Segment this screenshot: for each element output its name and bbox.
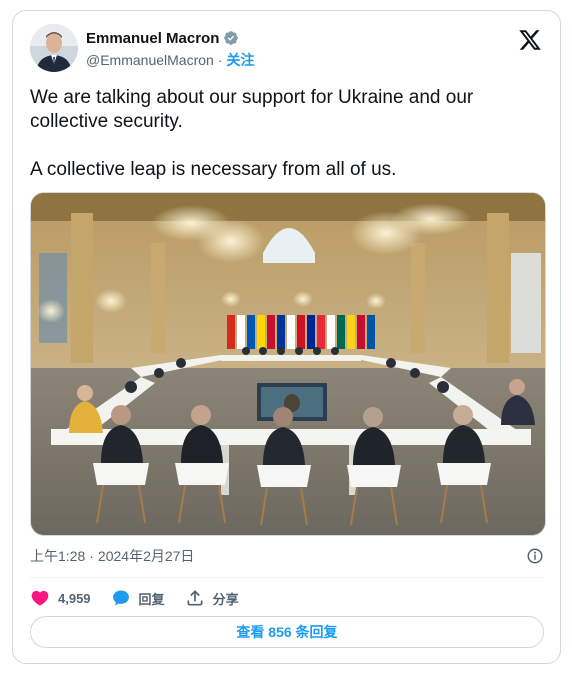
tweet-card: Emmanuel Macron @EmmanuelMacron · 关注 We … <box>12 10 561 664</box>
info-icon[interactable] <box>526 547 544 565</box>
tweet-time[interactable]: 上午1:28 <box>30 546 85 566</box>
share-label: 分享 <box>212 591 239 607</box>
tweet-paragraph: We are talking about our support for Ukr… <box>30 87 474 132</box>
follow-button[interactable]: 关注 <box>226 50 254 70</box>
reply-bubble-icon <box>112 590 129 606</box>
reply-label: 回复 <box>138 591 165 607</box>
tweet-text: We are talking about our support for Ukr… <box>30 86 544 182</box>
tweet-photo[interactable] <box>30 192 546 536</box>
verified-badge-icon <box>224 31 239 45</box>
author-display-name[interactable]: Emmanuel Macron <box>86 30 219 47</box>
x-logo-icon[interactable] <box>518 28 542 52</box>
divider <box>30 577 544 578</box>
tweet-date[interactable]: 2024年2月27日 <box>98 546 195 566</box>
like-button[interactable]: 4,959 <box>30 588 91 608</box>
author-info: Emmanuel Macron @EmmanuelMacron · 关注 <box>86 28 254 70</box>
like-count: 4,959 <box>58 590 91 606</box>
heart-icon <box>31 590 49 606</box>
share-button[interactable]: 分享 <box>185 588 239 608</box>
tweet-paragraph: A collective leap is necessary from all … <box>30 159 397 180</box>
read-replies-button[interactable]: 查看 856 条回复 <box>30 616 544 648</box>
meta-separator: · <box>89 548 94 564</box>
author-handle[interactable]: @EmmanuelMacron <box>86 52 214 68</box>
handle-separator: · <box>217 52 223 68</box>
tweet-meta: 上午1:28 · 2024年2月27日 <box>30 546 544 566</box>
avatar[interactable] <box>30 24 78 72</box>
tweet-header: Emmanuel Macron @EmmanuelMacron · 关注 <box>30 24 544 72</box>
conference-room-photo <box>31 193 545 535</box>
tweet-actions: 4,959 回复 分享 <box>30 585 259 611</box>
share-icon <box>187 590 203 606</box>
reply-button[interactable]: 回复 <box>111 588 165 608</box>
avatar-image <box>30 24 78 72</box>
